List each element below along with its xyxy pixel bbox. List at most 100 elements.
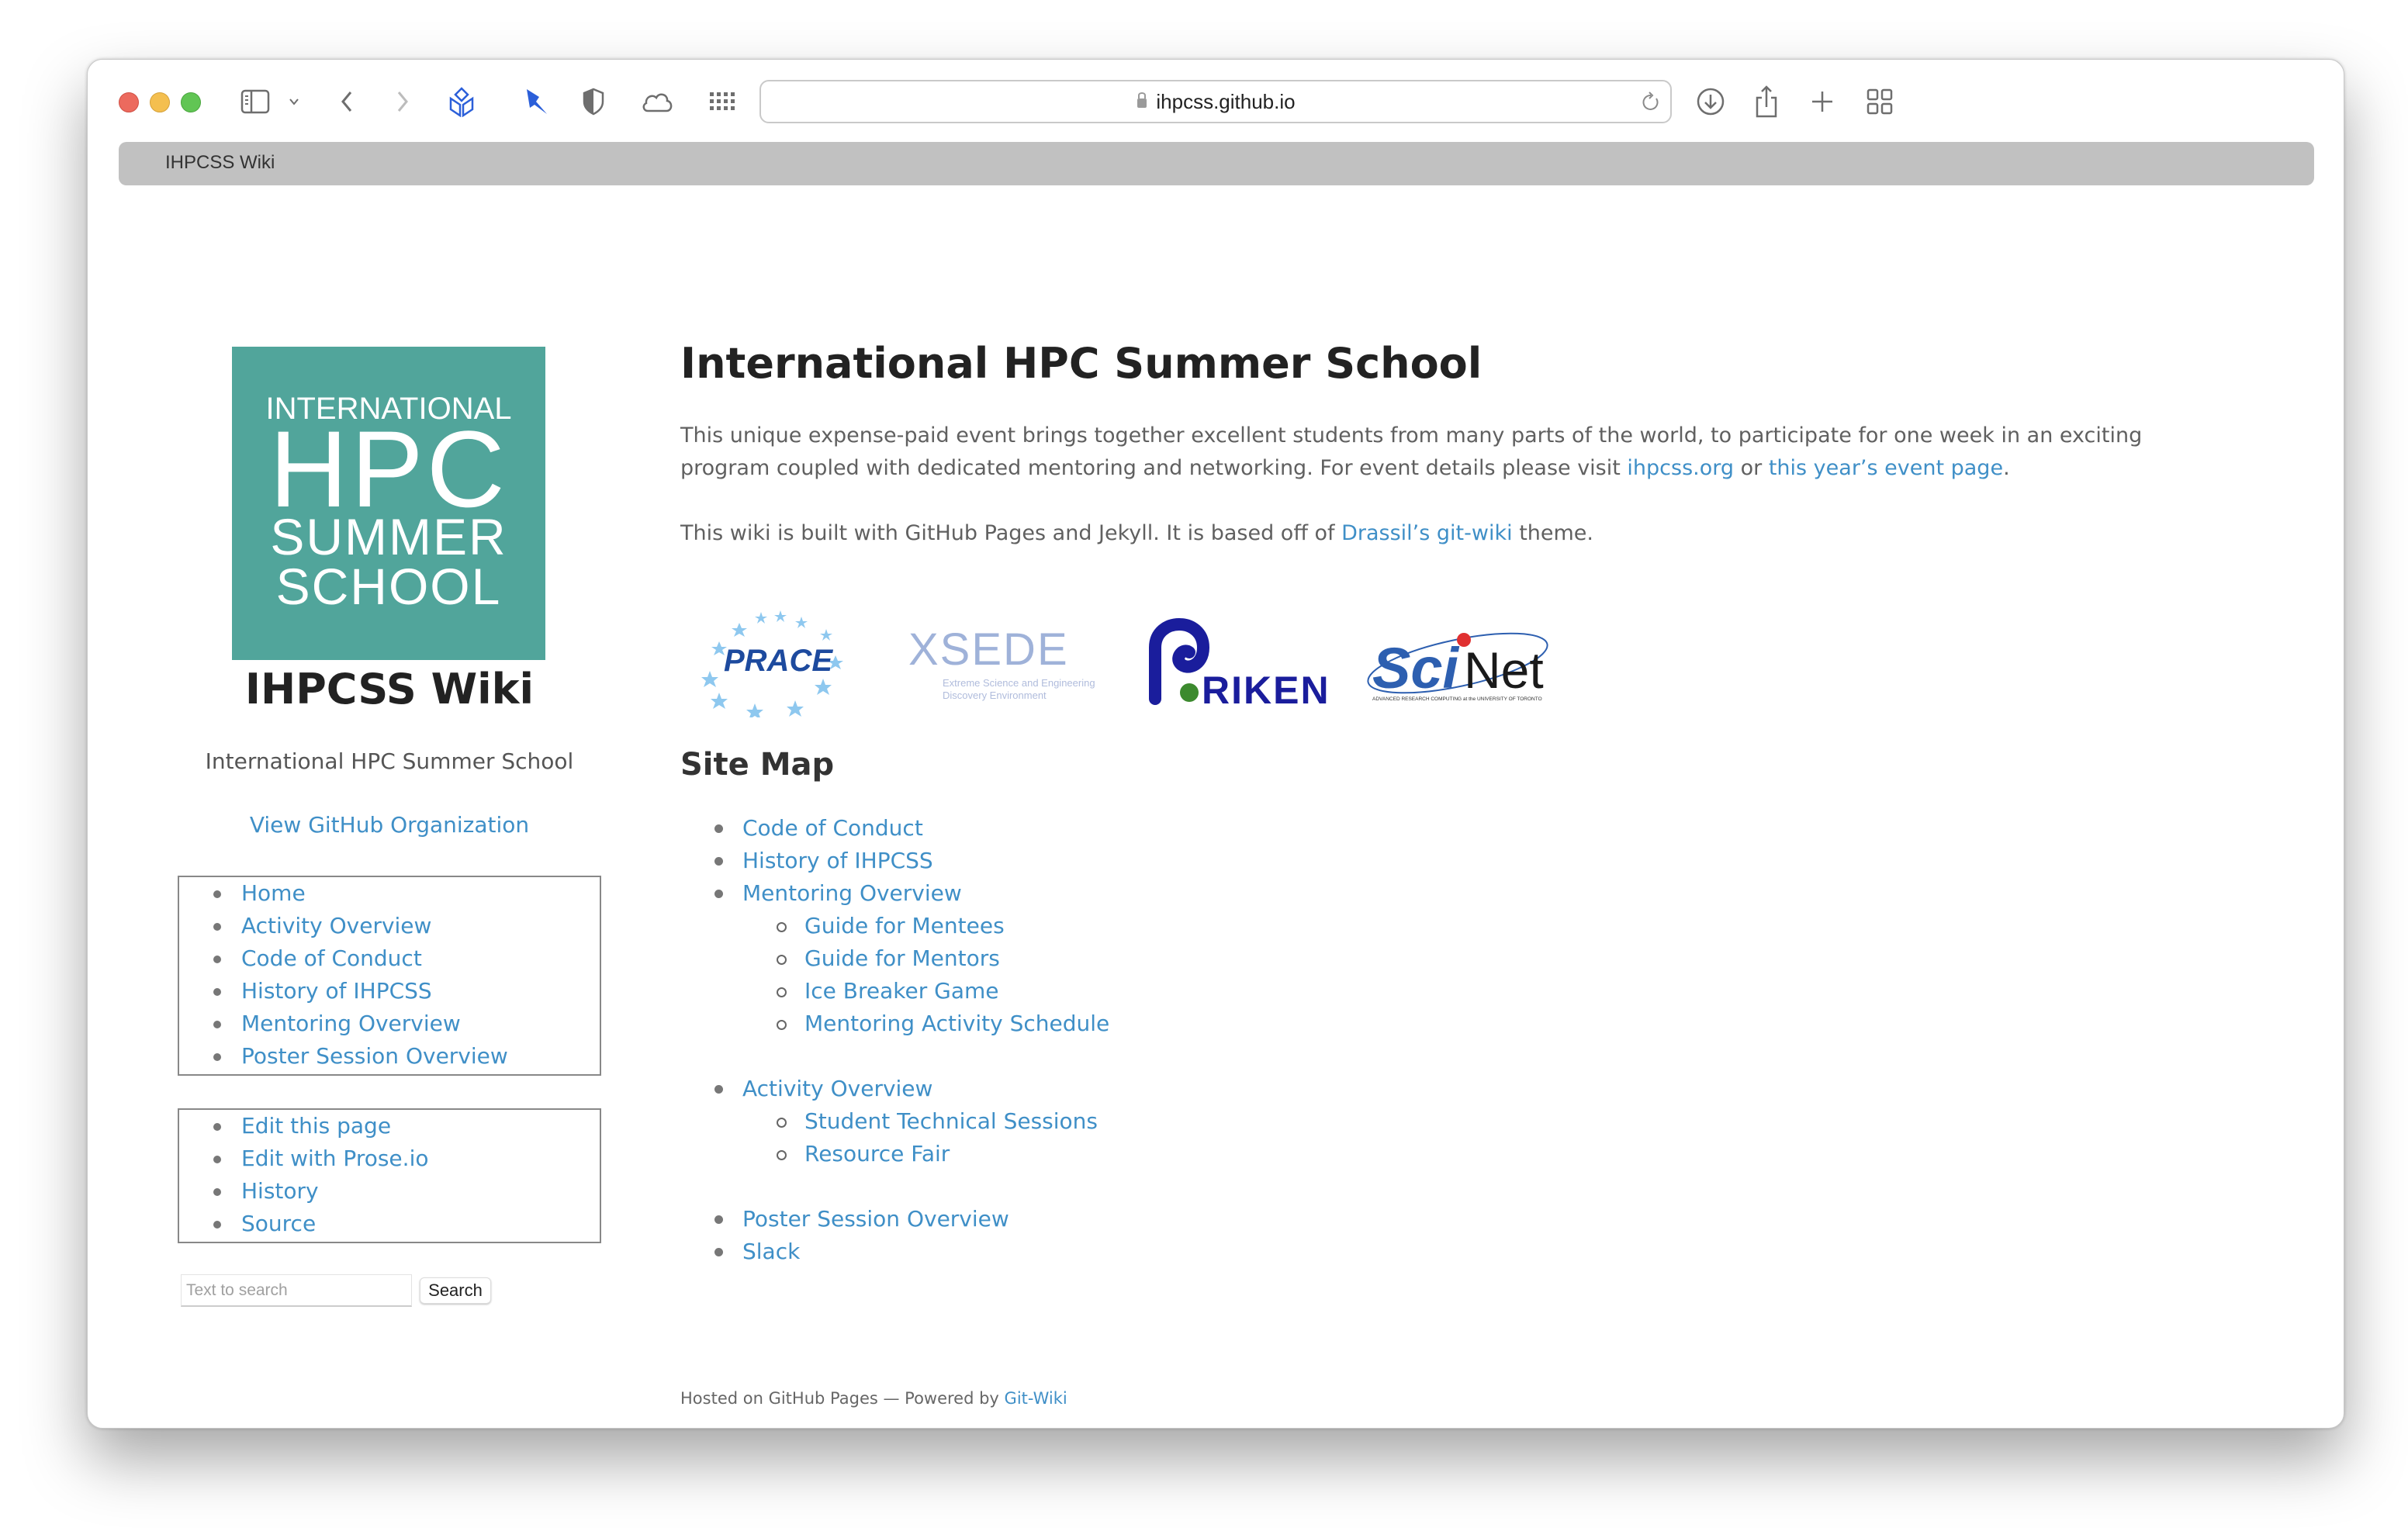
sitemap-link-activity-overview[interactable]: Activity Overview [742, 1076, 932, 1101]
sidebar-item-activity-overview: Activity Overview [213, 910, 600, 942]
sitemap-subitem: Guide for Mentees [777, 910, 1611, 942]
tools-item-source: Source [213, 1208, 600, 1240]
page-content: INTERNATIONAL HPC SUMMER SCHOOL IHPCSS W… [88, 185, 2344, 1428]
xsede-logo: XSEDE Extreme Science and Engineering Di… [908, 624, 1095, 701]
sidebar-link-mentoring-overview[interactable]: Mentoring Overview [241, 1011, 461, 1036]
sidebar-tools: Edit this page Edit with Prose.io Histor… [178, 1108, 601, 1243]
prace-logo: PRACE [701, 610, 843, 717]
edit-with-prose-link[interactable]: Edit with Prose.io [241, 1146, 428, 1171]
history-link[interactable]: History [241, 1178, 319, 1204]
browser-window: ihpcss.github.io IHPCSS Wiki INTERNATION… [87, 59, 2344, 1429]
sitemap-subitem: Ice Breaker Game [777, 975, 1611, 1007]
sitemap-link-poster-session-overview[interactable]: Poster Session Overview [742, 1206, 1009, 1232]
sitemap-link-history-of-ihpcss[interactable]: History of IHPCSS [742, 848, 933, 873]
grid-dots-icon[interactable] [707, 85, 738, 119]
sitemap-link-guide-for-mentors[interactable]: Guide for Mentors [804, 945, 1000, 971]
sitemap-link-guide-for-mentees[interactable]: Guide for Mentees [804, 913, 1005, 938]
riken-logo: RIKEN [1149, 618, 1327, 712]
sitemap-link-code-of-conduct[interactable]: Code of Conduct [742, 815, 923, 841]
prace-wordmark: PRACE [724, 644, 833, 678]
sitemap-item: Code of Conduct [714, 812, 1611, 845]
back-icon[interactable] [337, 85, 356, 119]
sitemap-list: Code of Conduct History of IHPCSS Mentor… [680, 812, 1611, 1268]
sitemap-item: Mentoring Overview Guide for Mentees Gui… [714, 877, 1611, 1040]
intro-text-3: . [2003, 456, 2010, 480]
built-with-paragraph: This wiki is built with GitHub Pages and… [680, 517, 2224, 550]
logo-line-hpc: HPC [269, 408, 508, 530]
close-window-button[interactable] [119, 92, 139, 112]
page-title: International HPC Summer School [680, 339, 1483, 388]
git-wiki-link[interactable]: Git-Wiki [1005, 1389, 1067, 1408]
minimize-window-button[interactable] [150, 92, 170, 112]
built-text-2: theme. [1512, 521, 1593, 545]
sitemap-link-resource-fair[interactable]: Resource Fair [804, 1141, 950, 1166]
sidebar-item-mentoring-overview: Mentoring Overview [213, 1007, 600, 1040]
edit-this-page-link[interactable]: Edit this page [241, 1113, 391, 1139]
search-input[interactable] [181, 1274, 412, 1307]
sidebar-link-poster-session-overview[interactable]: Poster Session Overview [241, 1043, 508, 1069]
chevron-down-icon[interactable] [286, 85, 302, 119]
sidebar-icon[interactable] [238, 85, 272, 119]
sidebar-link-home[interactable]: Home [241, 880, 306, 906]
url-text: ihpcss.github.io [1156, 89, 1296, 113]
sidebar-link-activity-overview[interactable]: Activity Overview [241, 913, 431, 938]
scinet-sci: Sci [1372, 636, 1460, 700]
sitemap-link-mentoring-overview[interactable]: Mentoring Overview [742, 880, 962, 906]
partner-logos: PRACE XSEDE Extreme Science and Engineer… [680, 601, 1611, 717]
source-link[interactable]: Source [241, 1211, 316, 1236]
new-tab-plus-icon[interactable] [1807, 85, 1838, 119]
intro-text-2: or [1734, 456, 1769, 480]
sitemap-item: History of IHPCSS [714, 845, 1611, 877]
logo-line-summer: SUMMER [270, 508, 507, 565]
scinet-tagline: ADVANCED RESEARCH COMPUTING at the UNIVE… [1372, 696, 1542, 702]
sitemap-title: Site Map [680, 747, 835, 783]
sidebar-link-history-of-ihpcss[interactable]: History of IHPCSS [241, 978, 432, 1004]
zoom-window-button[interactable] [181, 92, 201, 112]
shield-icon[interactable] [580, 85, 607, 119]
sidebar-item-home: Home [213, 877, 600, 910]
site-subtitle: International HPC Summer School [205, 748, 574, 774]
reload-icon[interactable] [1641, 91, 1661, 117]
share-icon[interactable] [1751, 85, 1782, 119]
address-bar[interactable]: ihpcss.github.io [759, 80, 1672, 123]
sitemap-item: Activity Overview Student Technical Sess… [714, 1073, 1611, 1170]
tab-overview-icon[interactable] [1864, 85, 1895, 119]
scinet-logo: Sci Net ADVANCED RESEARCH COMPUTING at t… [1367, 632, 1548, 702]
xsede-wordmark: XSEDE [908, 624, 1069, 675]
tab-bar: IHPCSS Wiki [119, 142, 2314, 185]
ihpcss-logo[interactable]: INTERNATIONAL HPC SUMMER SCHOOL [232, 347, 545, 660]
cloud-icon[interactable] [640, 85, 674, 119]
download-icon[interactable] [1694, 85, 1728, 119]
logo-line-school: SCHOOL [275, 558, 502, 615]
sidebar-link-code-of-conduct[interactable]: Code of Conduct [241, 945, 422, 971]
pin-icon[interactable] [519, 85, 553, 119]
xsede-tagline-1: Extreme Science and Engineering [943, 677, 1095, 689]
footer: Hosted on GitHub Pages — Powered by Git-… [680, 1389, 1067, 1408]
sitemap-link-slack[interactable]: Slack [742, 1239, 800, 1264]
sitemap-item: Slack [714, 1236, 1611, 1268]
sitemap-link-student-technical-sessions[interactable]: Student Technical Sessions [804, 1108, 1098, 1134]
drassil-git-wiki-link[interactable]: Drassil’s git-wiki [1341, 521, 1513, 545]
sitemap-subitem: Guide for Mentors [777, 942, 1611, 975]
sidebar-nav: Home Activity Overview Code of Conduct H… [178, 876, 601, 1076]
footer-text: Hosted on GitHub Pages — Powered by [680, 1389, 1005, 1408]
sidebar-item-history-of-ihpcss: History of IHPCSS [213, 975, 600, 1007]
sitemap-link-mentoring-activity-schedule[interactable]: Mentoring Activity Schedule [804, 1011, 1109, 1036]
tab-ihpcss-wiki[interactable]: IHPCSS Wiki [165, 152, 275, 174]
sitemap-link-ice-breaker-game[interactable]: Ice Breaker Game [804, 978, 998, 1004]
tools-item-edit-page: Edit this page [213, 1110, 600, 1142]
lock-icon [1136, 91, 1148, 112]
xsede-tagline-2: Discovery Environment [943, 689, 1047, 701]
ihpcss-org-link[interactable]: ihpcss.org [1627, 456, 1734, 480]
extension-cube-icon[interactable] [445, 85, 479, 119]
sitemap-subitem: Student Technical Sessions [777, 1105, 1611, 1138]
sidebar-item-poster-session-overview: Poster Session Overview [213, 1040, 600, 1073]
event-page-link[interactable]: this year’s event page [1769, 456, 2003, 480]
intro-paragraph: This unique expense-paid event brings to… [680, 420, 2224, 485]
tools-item-history: History [213, 1175, 600, 1208]
site-title: IHPCSS Wiki [244, 665, 535, 714]
forward-icon[interactable] [393, 85, 412, 119]
search-button[interactable]: Search [420, 1277, 491, 1304]
sitemap-item: Poster Session Overview [714, 1203, 1611, 1236]
view-github-organization-link[interactable]: View GitHub Organization [178, 812, 601, 838]
